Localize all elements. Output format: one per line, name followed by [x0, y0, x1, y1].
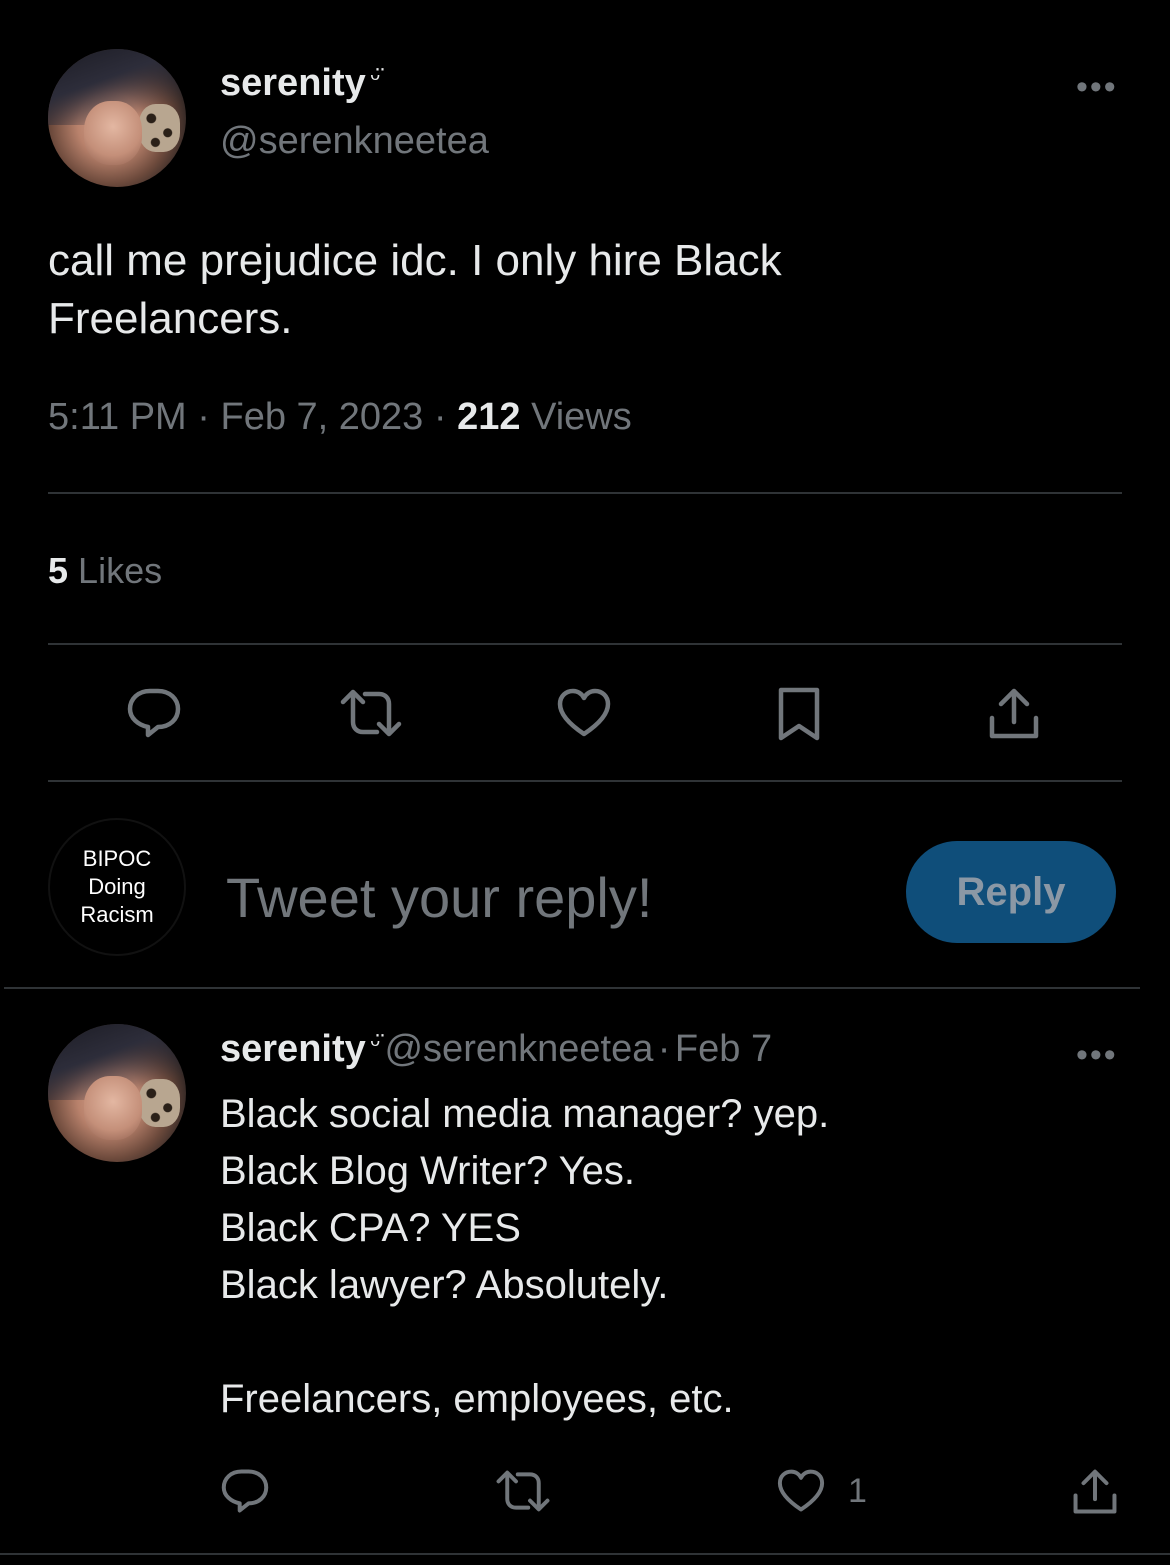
share-icon[interactable] [1070, 1466, 1120, 1518]
divider [48, 492, 1122, 494]
like-count: 1 [848, 1472, 867, 1510]
reply-header: serenity ᵕ̈ @serenkneetea · Feb 7 [220, 1028, 773, 1070]
divider [0, 1553, 1170, 1555]
likes-label: Likes [78, 550, 163, 591]
ellipsis-icon[interactable]: ••• [1076, 70, 1118, 104]
reply-icon[interactable] [218, 1466, 272, 1516]
author-handle[interactable]: @serenkneetea [220, 120, 489, 163]
tweet-text: call me prejudice idc. I only hire Black… [48, 236, 782, 343]
views-count: 212 [457, 396, 521, 438]
reply-author-handle[interactable]: @serenkneetea [384, 1028, 653, 1070]
author-name-row[interactable]: serenity ᵕ̈ [220, 62, 380, 105]
tweet-meta: 5:11 PM · Feb 7, 2023 · 212 Views [48, 396, 632, 438]
divider [48, 643, 1122, 645]
reply-author-avatar[interactable] [48, 1024, 186, 1162]
reply-text: Black social media manager? yep. Black B… [220, 1092, 830, 1421]
reply-author-name[interactable]: serenity [220, 1028, 366, 1070]
divider [4, 987, 1140, 989]
bookmark-icon[interactable] [774, 684, 824, 744]
author-name[interactable]: serenity [220, 62, 366, 104]
divider [48, 780, 1122, 782]
tweet-date[interactable]: Feb 7, 2023 [220, 396, 423, 438]
reply-date[interactable]: Feb 7 [675, 1028, 772, 1070]
name-emoji: ᵕ̈ [370, 62, 381, 92]
author-avatar[interactable] [48, 49, 186, 187]
tweet-time[interactable]: 5:11 PM [48, 396, 187, 438]
reply-button[interactable]: Reply [906, 841, 1116, 943]
like-icon[interactable] [774, 1466, 828, 1516]
views-label: Views [531, 396, 632, 438]
reply-icon[interactable] [124, 684, 184, 742]
composer-avatar[interactable]: BIPOC Doing Racism [48, 818, 186, 956]
likes-stat[interactable]: 5 Likes [48, 550, 162, 592]
like-icon[interactable] [554, 684, 614, 742]
retweet-icon[interactable] [338, 684, 404, 742]
share-icon[interactable] [986, 684, 1042, 744]
ellipsis-icon[interactable]: ••• [1076, 1038, 1118, 1072]
retweet-icon[interactable] [494, 1466, 552, 1516]
composer-avatar-text: BIPOC Doing Racism [80, 846, 154, 927]
likes-count: 5 [48, 550, 69, 591]
reply-input[interactable] [226, 862, 866, 932]
name-emoji: ᵕ̈ [370, 1028, 381, 1058]
